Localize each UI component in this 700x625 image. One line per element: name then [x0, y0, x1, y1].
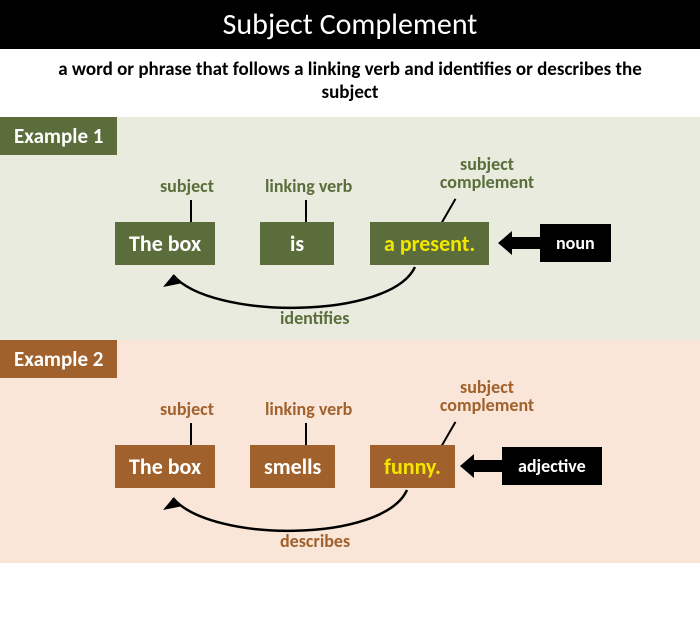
word-verb-2: smells — [250, 445, 335, 488]
type-noun: noun — [540, 224, 611, 262]
tick-verb — [305, 200, 307, 222]
label-linking-verb-2: linking verb — [265, 400, 352, 419]
type-adjective: adjective — [502, 447, 602, 485]
tick-verb-2 — [305, 423, 307, 445]
example-2-tab: Example 2 — [0, 340, 117, 378]
label-linking-verb: linking verb — [265, 177, 352, 196]
tick-complement — [440, 198, 456, 224]
arrow-type-icon — [498, 229, 540, 257]
example-1-tab: Example 1 — [0, 117, 117, 155]
arrow-type-icon-2 — [460, 452, 502, 480]
word-complement-2: funny. — [370, 445, 455, 488]
definition: a word or phrase that follows a linking … — [0, 49, 700, 117]
label-complement-2: subjectcomplement — [422, 378, 552, 416]
tick-complement-2 — [440, 421, 456, 447]
tick-subject-2 — [190, 423, 192, 445]
word-complement: a present. — [370, 222, 489, 265]
label-subject-2: subject — [160, 400, 214, 419]
tick-subject — [190, 200, 192, 222]
relation-describes: describes — [280, 530, 350, 552]
title: Subject Complement — [0, 0, 700, 49]
relation-identifies: identifies — [280, 307, 349, 329]
example-1: Example 1 subject linking verb subjectco… — [0, 117, 700, 340]
label-complement: subjectcomplement — [422, 155, 552, 193]
word-subject: The box — [115, 222, 215, 265]
label-subject: subject — [160, 177, 214, 196]
word-verb: is — [260, 222, 334, 265]
word-subject-2: The box — [115, 445, 215, 488]
example-2: Example 2 subject linking verb subjectco… — [0, 340, 700, 563]
